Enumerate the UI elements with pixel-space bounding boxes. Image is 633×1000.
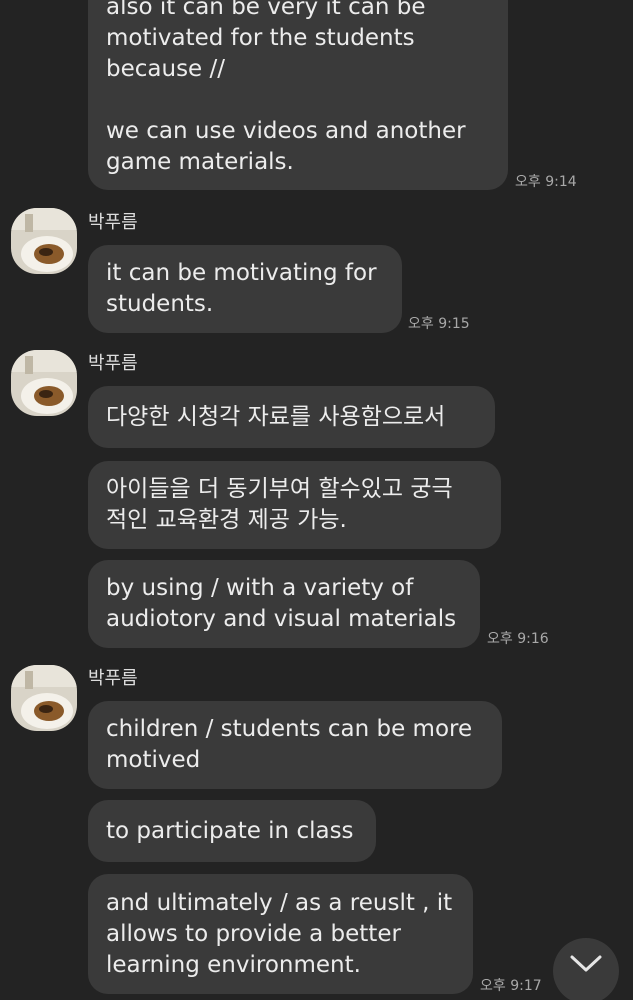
profile-photo-food-icon	[11, 208, 77, 274]
scroll-to-bottom-button[interactable]	[553, 938, 619, 1000]
chat-screen: also it can be very it can be motivated …	[0, 0, 633, 1000]
sender-name[interactable]: 박푸름	[88, 353, 138, 375]
avatar[interactable]	[11, 350, 77, 416]
message-bubble[interactable]: 다양한 시청각 자료를 사용함으로서	[88, 386, 495, 448]
message-time: 오후 9:17	[480, 978, 542, 994]
avatar[interactable]	[11, 208, 77, 274]
message-time: 오후 9:16	[487, 631, 549, 647]
message-bubble[interactable]: children / students can be more motived	[88, 701, 502, 789]
message-bubble[interactable]: also it can be very it can be motivated …	[88, 0, 508, 190]
message-time: 오후 9:15	[408, 316, 470, 332]
message-bubble[interactable]: 아이들을 더 동기부여 할수있고 궁극 적인 교육환경 제공 가능.	[88, 461, 501, 549]
message-bubble[interactable]: it can be motivating for students.	[88, 245, 402, 333]
message-bubble[interactable]: to participate in class	[88, 800, 376, 862]
avatar[interactable]	[11, 665, 77, 731]
message-bubble[interactable]: and ultimately / as a reuslt , it allows…	[88, 874, 473, 994]
chevron-down-icon	[570, 955, 602, 972]
profile-photo-food-icon	[11, 665, 77, 731]
message-time: 오후 9:14	[515, 174, 577, 190]
message-bubble[interactable]: by using / with a variety of audiotory a…	[88, 560, 480, 648]
sender-name[interactable]: 박푸름	[88, 212, 138, 234]
profile-photo-food-icon	[11, 350, 77, 416]
sender-name[interactable]: 박푸름	[88, 668, 138, 690]
